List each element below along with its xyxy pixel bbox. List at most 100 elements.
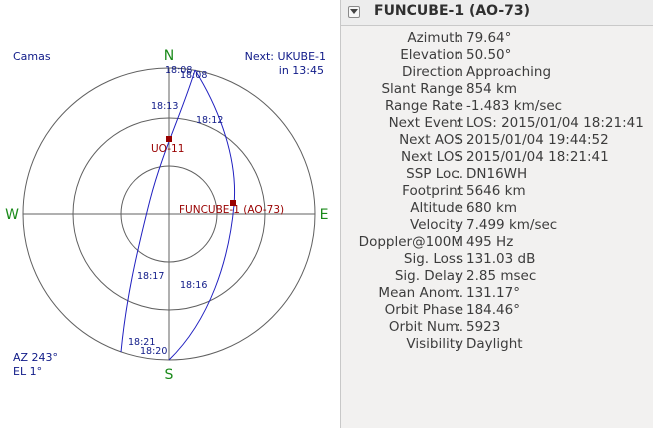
info-value: 854 km: [466, 81, 518, 97]
info-row: Altitude:680 km: [341, 200, 653, 217]
info-row: Slant Range:854 km: [341, 81, 653, 98]
info-row: Doppler@100M:495 Hz: [341, 234, 653, 251]
satellite-label-uo11: UO-11: [151, 143, 184, 155]
info-label: Next LOS: [401, 149, 463, 165]
info-label: SSP Loc.: [406, 166, 463, 182]
info-colon: :: [456, 319, 461, 335]
time-tick: 18:20: [140, 346, 167, 357]
info-label: Direction: [402, 64, 463, 80]
info-label: Mean Anom.: [378, 285, 463, 301]
info-colon: :: [456, 30, 461, 46]
info-value: 184.46°: [466, 302, 520, 318]
info-value: 131.17°: [466, 285, 520, 301]
info-value: Daylight: [466, 336, 523, 352]
panel-header: FUNCUBE-1 (AO-73): [341, 0, 653, 26]
info-colon: :: [456, 64, 461, 80]
info-value: 131.03 dB: [466, 251, 536, 267]
info-row: Next LOS:2015/01/04 18:21:41: [341, 149, 653, 166]
info-row: Next AOS:2015/01/04 19:44:52: [341, 132, 653, 149]
info-label: Next Event: [388, 115, 463, 131]
info-label: Range Rate: [384, 98, 463, 114]
next-pass-label: Next: UKUBE-1: [245, 50, 326, 63]
info-row: Visibility: Daylight: [341, 336, 653, 353]
satellite-info-table: Azimuth:79.64° Elevation:50.50° Direction:…: [341, 26, 653, 428]
info-value: 5923: [466, 319, 501, 335]
compass-north: N: [164, 48, 174, 64]
info-colon: :: [456, 268, 461, 284]
info-value: 79.64°: [466, 30, 512, 46]
info-value: 50.50°: [466, 47, 512, 63]
info-colon: :: [456, 183, 461, 199]
info-value: LOS: 2015/01/04 18:21:41: [466, 115, 644, 131]
info-colon: :: [456, 251, 461, 267]
info-colon: :: [456, 234, 461, 250]
panel-menu-button[interactable]: [348, 6, 360, 18]
info-row: Orbit Num.:5923: [341, 319, 653, 336]
info-row: Velocity:7.499 km/sec: [341, 217, 653, 234]
time-tick: 18:17: [137, 271, 164, 282]
info-colon: :: [456, 81, 461, 97]
info-label: Slant Range: [381, 81, 463, 97]
compass-east: E: [320, 207, 329, 223]
satellite-details-panel: FUNCUBE-1 (AO-73) Azimuth:79.64° Elevatio…: [340, 0, 653, 428]
info-colon: :: [456, 285, 461, 301]
satellite-label-funcube: FUNCUBE-1 (AO-73): [179, 204, 284, 216]
cursor-elevation: EL 1°: [13, 365, 42, 378]
info-colon: :: [456, 166, 461, 182]
compass-west: W: [5, 207, 19, 223]
polar-plot[interactable]: N S E W Camas Next: UKUBE-1 in 13:45 AZ …: [0, 0, 340, 428]
info-label: Orbit Num.: [388, 319, 463, 335]
time-tick: 18:12: [196, 115, 223, 126]
info-value: Approaching: [466, 64, 552, 80]
time-tick: 18:08: [180, 70, 207, 81]
satellite-marker-uo11[interactable]: [166, 136, 172, 142]
time-tick: 18:13: [151, 101, 178, 112]
info-value: 680 km: [466, 200, 518, 216]
info-colon: :: [456, 336, 461, 352]
info-row: Mean Anom.:131.17°: [341, 285, 653, 302]
info-value: 5646 km: [466, 183, 526, 199]
qth-name: Camas: [13, 50, 51, 63]
polar-view[interactable]: N S E W Camas Next: UKUBE-1 in 13:45 AZ …: [0, 0, 340, 428]
info-row: Range Rate: -1.483 km/sec: [341, 98, 653, 115]
info-value: 2.85 msec: [466, 268, 537, 284]
info-value: 7.499 km/sec: [466, 217, 558, 233]
panel-title: FUNCUBE-1 (AO-73): [374, 3, 531, 19]
info-row: Elevation:50.50°: [341, 47, 653, 64]
info-row: Orbit Phase:184.46°: [341, 302, 653, 319]
info-label: Next AOS: [399, 132, 463, 148]
info-value: -1.483 km/sec: [466, 98, 563, 114]
time-tick: 18:16: [180, 280, 207, 291]
info-colon: :: [456, 115, 461, 131]
info-label: Azimuth: [407, 30, 463, 46]
info-value: DN16WH: [466, 166, 528, 182]
info-value: 495 Hz: [466, 234, 514, 250]
next-pass-time: in 13:45: [279, 64, 324, 77]
info-colon: :: [456, 302, 461, 318]
info-label: Sig. Loss: [403, 251, 463, 267]
info-label: Elevation: [400, 47, 463, 63]
info-row: SSP Loc.: DN16WH: [341, 166, 653, 183]
info-colon: :: [456, 200, 461, 216]
info-row: Direction: Approaching: [341, 64, 653, 81]
compass-south: S: [165, 367, 174, 383]
info-row: Next Event: LOS: 2015/01/04 18:21:41: [341, 115, 653, 132]
info-value: 2015/01/04 19:44:52: [466, 132, 609, 148]
info-label: Doppler@100M: [358, 234, 463, 250]
cursor-azimuth: AZ 243°: [13, 351, 58, 364]
info-row: Sig. Loss:131.03 dB: [341, 251, 653, 268]
info-row: Sig. Delay:2.85 msec: [341, 268, 653, 285]
info-row: Footprint:5646 km: [341, 183, 653, 200]
info-colon: :: [456, 217, 461, 233]
triangle-down-icon: [350, 9, 358, 14]
info-label: Footprint: [402, 183, 463, 199]
info-colon: :: [456, 149, 461, 165]
info-row: Azimuth:79.64°: [341, 30, 653, 47]
info-value: 2015/01/04 18:21:41: [466, 149, 609, 165]
info-colon: :: [456, 98, 461, 114]
info-colon: :: [456, 47, 461, 63]
info-label: Sig. Delay: [394, 268, 463, 284]
info-colon: :: [456, 132, 461, 148]
info-label: Visibility: [406, 336, 463, 352]
info-label: Orbit Phase: [384, 302, 463, 318]
